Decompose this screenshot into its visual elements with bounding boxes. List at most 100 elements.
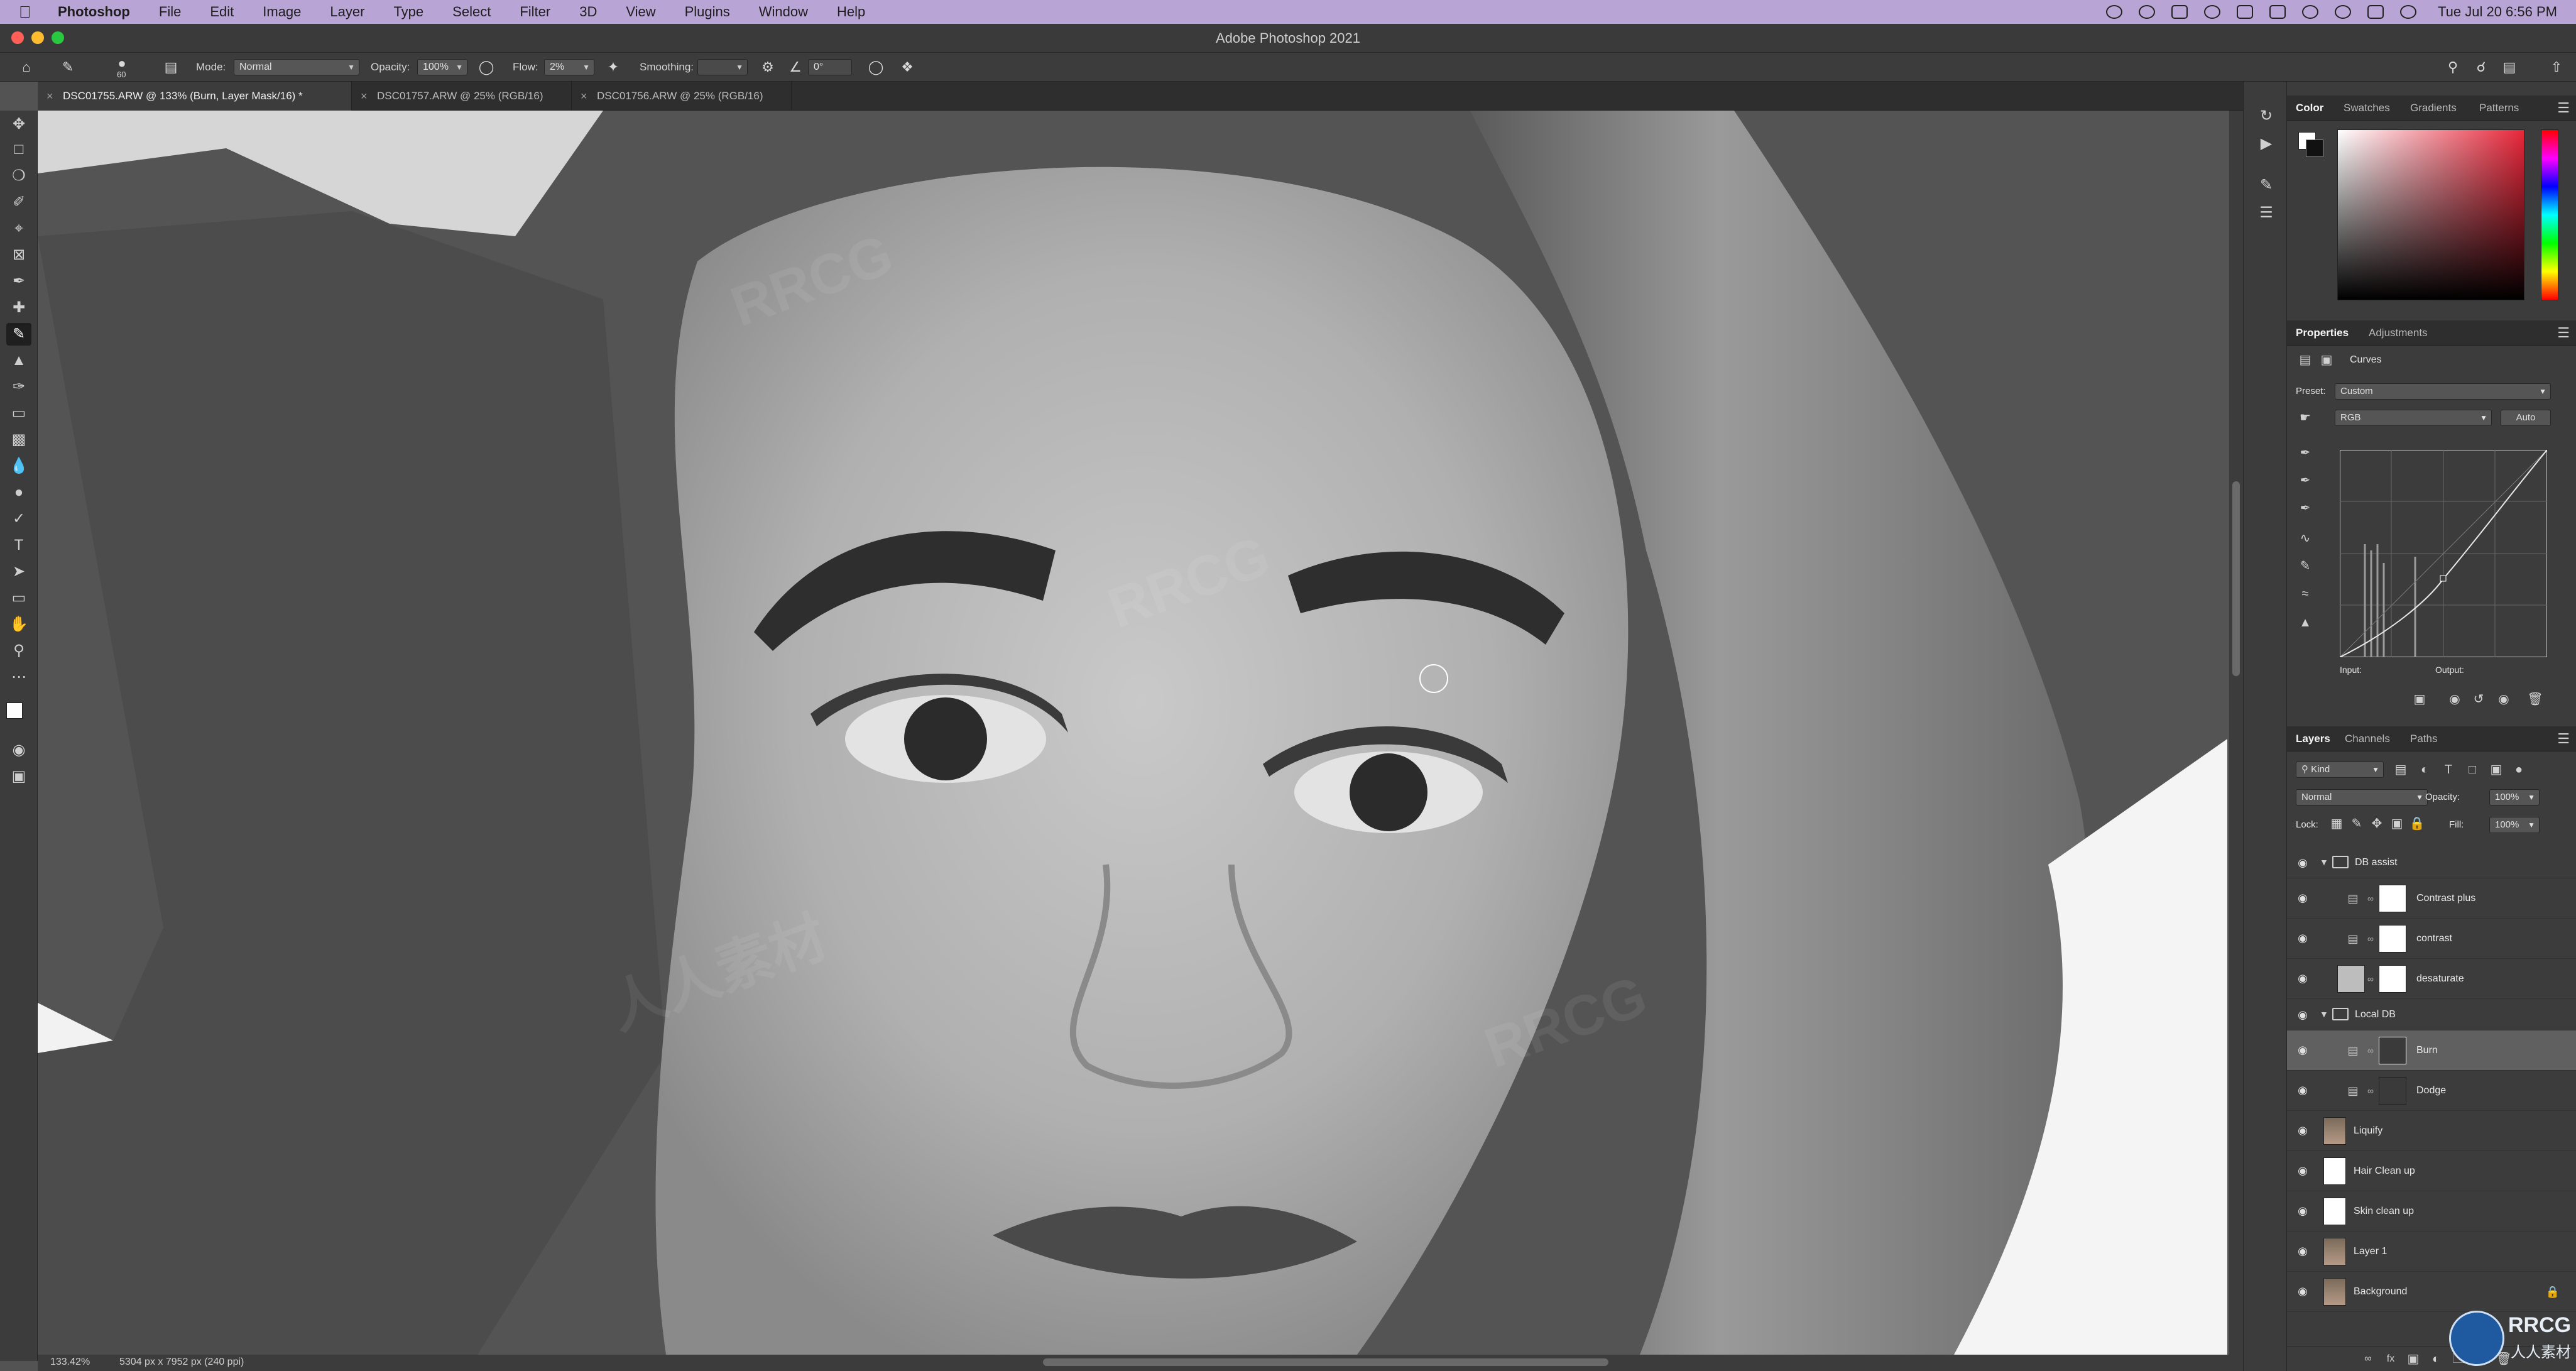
curve-points-icon[interactable]: ∿ bbox=[2296, 529, 2315, 548]
control-center-icon[interactable] bbox=[2367, 5, 2384, 19]
actions-play-icon[interactable]: ▶ bbox=[2256, 134, 2276, 153]
filter-adjustment-icon[interactable]: ◐ bbox=[2415, 760, 2434, 779]
close-icon[interactable]: × bbox=[361, 82, 368, 111]
menu-window[interactable]: Window bbox=[759, 4, 808, 20]
tab-gradients[interactable]: Gradients bbox=[2410, 96, 2457, 121]
color-bg-swatch[interactable] bbox=[2306, 139, 2323, 157]
eye-icon[interactable]: ◉ bbox=[2296, 856, 2310, 870]
brush-settings-icon[interactable]: ▤ bbox=[162, 59, 180, 75]
layer-group-local-db[interactable]: ◉ ▼ Local DB bbox=[2287, 999, 2576, 1030]
auto-button[interactable]: Auto bbox=[2501, 410, 2551, 426]
new-adjustment-icon[interactable]: ◐ bbox=[2426, 1350, 2445, 1368]
eye-icon[interactable]: ◉ bbox=[2296, 1043, 2310, 1057]
battery-icon[interactable] bbox=[2269, 5, 2286, 19]
marquee-tool-icon[interactable]: □ bbox=[6, 138, 31, 161]
layer-dodge[interactable]: ◉ ▤ ∞ Dodge bbox=[2287, 1071, 2576, 1111]
layer-thumbnail[interactable] bbox=[2323, 1238, 2346, 1265]
layer-mask-thumbnail[interactable] bbox=[2379, 1037, 2406, 1064]
brush-settings-panel-icon[interactable]: ✎ bbox=[2256, 176, 2276, 195]
layer-contrast[interactable]: ◉ ▤ ∞ contrast bbox=[2287, 919, 2576, 959]
link-icon[interactable]: ∞ bbox=[2367, 1043, 2376, 1058]
frame-tool-icon[interactable]: ⊠ bbox=[6, 244, 31, 266]
horizontal-scrollbar-thumb[interactable] bbox=[1043, 1358, 1608, 1366]
filter-type-icon[interactable]: T bbox=[2439, 760, 2458, 779]
layer-skin-clean-up[interactable]: ◉ Skin clean up bbox=[2287, 1191, 2576, 1232]
channel-dropdown[interactable]: RGB ▼ bbox=[2335, 410, 2492, 426]
brush-tool-preset-icon[interactable]: ✎ bbox=[59, 59, 77, 75]
search-icon-2[interactable]: ☌ bbox=[2472, 59, 2490, 75]
chevron-down-icon[interactable]: ▼ bbox=[2320, 1007, 2330, 1022]
layer-desaturate[interactable]: ◉ ∞ desaturate bbox=[2287, 959, 2576, 999]
quick-mask-icon[interactable]: ◉ bbox=[6, 739, 31, 762]
pen-tool-icon[interactable]: ✓ bbox=[6, 508, 31, 530]
white-point-eyedropper-icon[interactable]: ✒ bbox=[2296, 499, 2315, 518]
flow-field[interactable]: 2% ▼ bbox=[544, 59, 594, 75]
delete-icon[interactable]: 🗑 bbox=[2526, 690, 2545, 709]
link-icon[interactable]: ∞ bbox=[2367, 971, 2376, 986]
bluetooth-icon[interactable] bbox=[2302, 5, 2319, 19]
record-icon[interactable] bbox=[2106, 5, 2123, 19]
menu-plugins[interactable]: Plugins bbox=[685, 4, 730, 20]
clone-stamp-tool-icon[interactable]: ▲ bbox=[6, 349, 31, 372]
history-brush-tool-icon[interactable]: ✑ bbox=[6, 376, 31, 398]
lock-all-icon[interactable]: 🔒 bbox=[2408, 814, 2426, 833]
link-layers-icon[interactable]: ∞ bbox=[2359, 1350, 2377, 1368]
lock-icon[interactable]: 🔒 bbox=[2546, 1284, 2560, 1299]
mode-dropdown[interactable]: Normal ▼ bbox=[234, 59, 359, 75]
tab-layers[interactable]: Layers bbox=[2296, 726, 2330, 751]
panel-menu-icon[interactable]: ☰ bbox=[2557, 726, 2570, 751]
gray-point-eyedropper-icon[interactable]: ✒ bbox=[2296, 471, 2315, 490]
workspace-icon[interactable]: ▤ bbox=[2501, 59, 2518, 75]
cast-icon[interactable] bbox=[2171, 5, 2188, 19]
wifi-icon[interactable] bbox=[2335, 5, 2352, 19]
lock-artboard-icon[interactable]: ▣ bbox=[2388, 814, 2406, 833]
layer-liquify[interactable]: ◉ Liquify bbox=[2287, 1111, 2576, 1151]
filter-smart-object-icon[interactable]: ▣ bbox=[2487, 760, 2506, 779]
symmetry-icon[interactable]: ❖ bbox=[898, 59, 916, 75]
clipping-warning-icon[interactable]: ▲ bbox=[2296, 613, 2315, 632]
layer-layer-1[interactable]: ◉ Layer 1 bbox=[2287, 1232, 2576, 1272]
layer-opacity-field[interactable]: 100% ▼ bbox=[2489, 789, 2540, 806]
lasso-tool-icon[interactable]: ❍ bbox=[6, 165, 31, 187]
more-tools-icon[interactable]: ⋯ bbox=[6, 666, 31, 689]
eyedropper-tool-icon[interactable]: ✒ bbox=[6, 270, 31, 293]
play-icon[interactable] bbox=[2204, 5, 2221, 19]
black-point-eyedropper-icon[interactable]: ✒ bbox=[2296, 444, 2315, 462]
search-icon[interactable]: ⚲ bbox=[2444, 59, 2462, 75]
zoom-tool-icon[interactable]: ⚲ bbox=[6, 640, 31, 662]
home-icon[interactable]: ⌂ bbox=[18, 59, 35, 75]
eye-icon[interactable]: ◉ bbox=[2296, 891, 2310, 905]
tab-swatches[interactable]: Swatches bbox=[2344, 96, 2390, 121]
hue-slider[interactable] bbox=[2541, 129, 2558, 300]
smoothing-settings-icon[interactable]: ⚙ bbox=[759, 59, 777, 75]
screen-icon[interactable] bbox=[2237, 5, 2254, 19]
document-canvas[interactable]: RRCG RRCG 人人素材 RRCG bbox=[38, 111, 2227, 1355]
blur-tool-icon[interactable]: 💧 bbox=[6, 455, 31, 478]
pressure-opacity-icon[interactable]: ◯ bbox=[478, 59, 495, 75]
view-previous-icon[interactable]: ◉ bbox=[2445, 690, 2464, 709]
panel-menu-icon[interactable]: ☰ bbox=[2557, 320, 2570, 346]
smooth-curve-icon[interactable]: ≈ bbox=[2296, 584, 2315, 603]
brush-tool-icon[interactable]: ✎ bbox=[6, 323, 31, 346]
visibility-icon[interactable]: ◉ bbox=[2494, 690, 2513, 709]
clip-to-layer-icon[interactable]: ▣ bbox=[2410, 690, 2429, 709]
dodge-tool-icon[interactable]: ● bbox=[6, 481, 31, 504]
tab-dsc01756[interactable]: × DSC01756.ARW @ 25% (RGB/16) bbox=[572, 82, 792, 111]
tab-properties[interactable]: Properties bbox=[2296, 320, 2349, 346]
scrollbar-thumb[interactable] bbox=[2232, 481, 2240, 676]
layer-thumbnail[interactable] bbox=[2323, 1198, 2346, 1225]
tab-dsc01755[interactable]: × DSC01755.ARW @ 133% (Burn, Layer Mask/1… bbox=[38, 82, 352, 111]
share-icon[interactable]: ⇧ bbox=[2548, 59, 2565, 75]
color-picker-field[interactable] bbox=[2337, 129, 2524, 300]
history-icon[interactable]: ↻ bbox=[2256, 107, 2276, 126]
link-icon[interactable]: ∞ bbox=[2367, 931, 2376, 946]
adjustments-panel-icon[interactable]: ☰ bbox=[2256, 204, 2276, 222]
link-icon[interactable]: ∞ bbox=[2367, 891, 2376, 906]
type-tool-icon[interactable]: T bbox=[6, 534, 31, 557]
vertical-scrollbar[interactable] bbox=[2229, 111, 2243, 1355]
menu-app-name[interactable]: Photoshop bbox=[58, 4, 130, 20]
curves-graph[interactable] bbox=[2340, 450, 2547, 657]
targeted-adjustment-icon[interactable]: ☛ bbox=[2296, 408, 2315, 427]
filter-shape-icon[interactable]: □ bbox=[2463, 760, 2482, 779]
menu-image[interactable]: Image bbox=[263, 4, 301, 20]
